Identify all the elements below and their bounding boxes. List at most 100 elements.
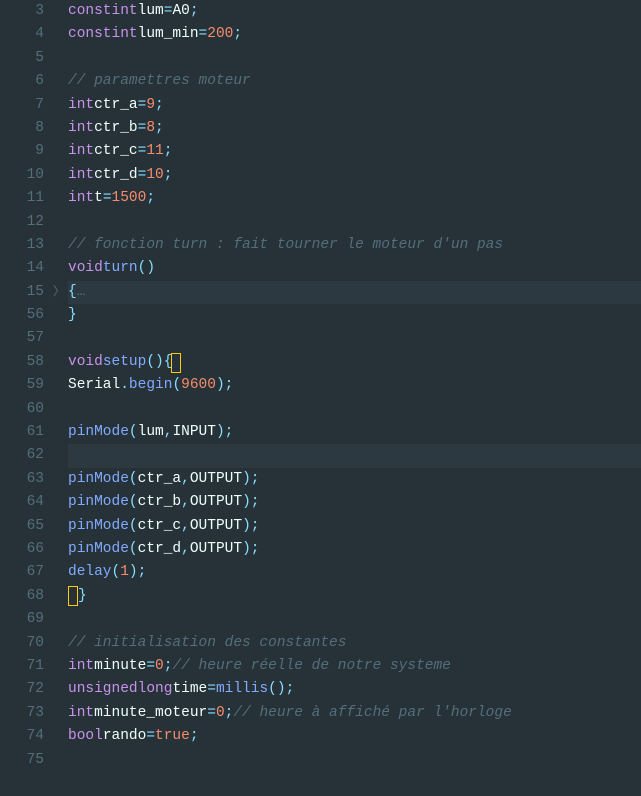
fold-cell [52,257,66,280]
fold-cell [52,515,66,538]
fold-cell [52,164,66,187]
code-line[interactable]: int minute=0; // heure réelle de notre s… [68,655,641,678]
fold-cell [52,632,66,655]
line-number: 14 [0,257,44,280]
line-number: 15 [0,281,44,304]
fold-cell [52,234,66,257]
line-number: 65 [0,515,44,538]
line-number-gutter: 3456789101112131415565758596061626364656… [0,0,52,796]
code-line[interactable]: int ctr_a =9; [68,94,641,117]
fold-cell [52,678,66,701]
line-number: 9 [0,140,44,163]
line-number: 66 [0,538,44,561]
fold-cell [52,585,66,608]
code-line[interactable] [68,327,641,350]
fold-cell [52,187,66,210]
code-line[interactable]: Serial.begin(9600); [68,374,641,397]
code-line[interactable]: pinMode(ctr_a,OUTPUT); [68,468,641,491]
line-number: 13 [0,234,44,257]
code-line[interactable]: int minute_moteur=0; // heure à affiché … [68,702,641,725]
fold-cell [52,398,66,421]
code-line[interactable]: // paramettres moteur [68,70,641,93]
fold-cell [52,725,66,748]
fold-toggle-icon[interactable]: 〉 [52,281,66,304]
fold-cell [52,23,66,46]
fold-cell [52,327,66,350]
fold-cell [52,304,66,327]
code-line[interactable]: void turn () [68,257,641,280]
fold-cell [52,655,66,678]
line-number: 70 [0,632,44,655]
code-line[interactable]: int ctr_c =11; [68,140,641,163]
fold-cell [52,749,66,772]
code-line[interactable]: const int lum_min=200; [68,23,641,46]
code-line[interactable] [68,749,641,772]
line-number: 61 [0,421,44,444]
fold-cell [52,702,66,725]
line-number: 73 [0,702,44,725]
code-line[interactable] [68,47,641,70]
line-number: 63 [0,468,44,491]
code-line[interactable]: int t=1500; [68,187,641,210]
fold-cell [52,140,66,163]
line-number: 68 [0,585,44,608]
code-line[interactable]: { … [68,281,641,304]
line-number: 56 [0,304,44,327]
line-number: 75 [0,749,44,772]
code-editor[interactable]: 3456789101112131415565758596061626364656… [0,0,641,796]
fold-cell [52,608,66,631]
fold-cell [52,47,66,70]
code-line[interactable]: pinMode(ctr_d,OUTPUT); [68,538,641,561]
line-number: 57 [0,327,44,350]
line-number: 60 [0,398,44,421]
line-number: 10 [0,164,44,187]
line-number: 3 [0,0,44,23]
line-number: 6 [0,70,44,93]
code-line[interactable] [68,444,641,467]
fold-cell [52,94,66,117]
code-line[interactable]: pinMode(lum,INPUT); [68,421,641,444]
line-number: 71 [0,655,44,678]
code-line[interactable]: delay(1); [68,561,641,584]
line-number: 5 [0,47,44,70]
code-line[interactable]: unsigned long time = millis(); [68,678,641,701]
code-line[interactable]: bool rando = true; [68,725,641,748]
code-line[interactable]: pinMode(ctr_b,OUTPUT); [68,491,641,514]
line-number: 74 [0,725,44,748]
line-number: 64 [0,491,44,514]
fold-cell [52,561,66,584]
chevron-right-icon: 〉 [53,281,65,304]
code-content[interactable]: const int lum=A0;const int lum_min=200; /… [66,0,641,796]
line-number: 67 [0,561,44,584]
fold-cell [52,70,66,93]
fold-cell [52,468,66,491]
line-number: 7 [0,94,44,117]
code-line[interactable]: // initialisation des constantes [68,632,641,655]
fold-cell [52,117,66,140]
fold-cell [52,374,66,397]
line-number: 12 [0,211,44,234]
code-line[interactable]: pinMode(ctr_c,OUTPUT); [68,515,641,538]
code-line[interactable]: int ctr_b =8; [68,117,641,140]
code-line[interactable]: // fonction turn : fait tourner le moteu… [68,234,641,257]
line-number: 8 [0,117,44,140]
code-line[interactable] [68,608,641,631]
fold-cell [52,444,66,467]
line-number: 59 [0,374,44,397]
line-number: 72 [0,678,44,701]
fold-cell [52,211,66,234]
code-line[interactable]: int ctr_d =10; [68,164,641,187]
line-number: 62 [0,444,44,467]
code-line[interactable]: void setup() { [68,351,641,374]
code-line[interactable]: } [68,304,641,327]
line-number: 58 [0,351,44,374]
code-line[interactable]: const int lum=A0; [68,0,641,23]
code-line[interactable] [68,211,641,234]
line-number: 11 [0,187,44,210]
fold-column[interactable]: 〉 [52,0,66,796]
code-line[interactable]: } [68,585,641,608]
code-line[interactable] [68,398,641,421]
fold-cell [52,538,66,561]
line-number: 4 [0,23,44,46]
line-number: 69 [0,608,44,631]
